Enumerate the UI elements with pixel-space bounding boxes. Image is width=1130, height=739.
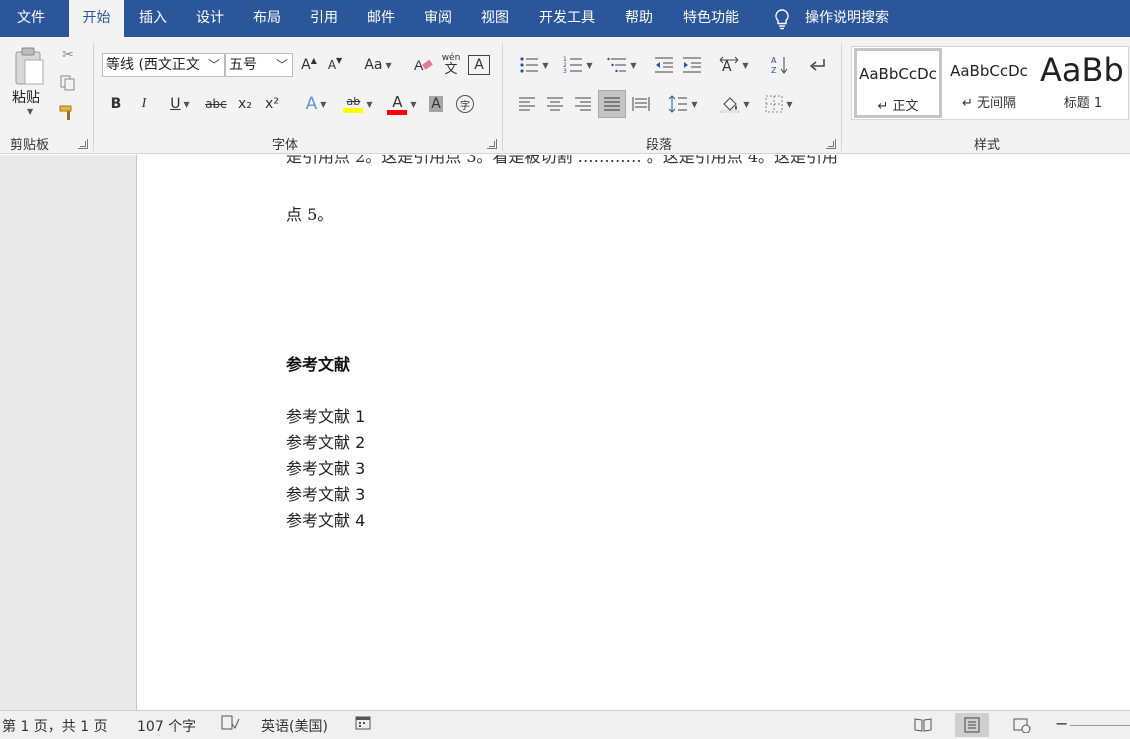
paste-label: 粘贴 [12, 90, 40, 106]
status-bar: 第 1 页，共 1 页 107 个字 英语(美国) − [0, 710, 1130, 739]
highlight-button[interactable]: ab ▼ [338, 90, 378, 118]
shading-button[interactable]: ▼ [716, 92, 754, 116]
font-name-select[interactable]: 等线 (西文正文 ﹀ [102, 53, 225, 77]
font-size-select[interactable]: 五号 ﹀ [225, 53, 293, 77]
styles-group-label: 样式 [974, 138, 1001, 153]
ribbon-home: 粘贴 ▼ ✂ 剪贴板 等线 (西文正文 ﹀ 五号 ﹀ A ▲ A ▼ Aa ▼ A wén… [0, 37, 1130, 154]
tab-developer[interactable]: 开发工具 [528, 0, 606, 37]
document-cut-line: 是引用点 2。这是引用点 3。看是被切割 ‥‥‥‥‥‥ 。这是引用点 4。这是引… [286, 155, 839, 166]
highlight-color-swatch [343, 108, 364, 113]
show-marks-icon[interactable] [806, 53, 828, 77]
distributed-icon[interactable] [630, 92, 652, 116]
underline-button[interactable]: U ▼ [162, 92, 198, 116]
style-heading-1[interactable]: AaBb 标题 1 [1038, 48, 1128, 118]
navigation-gutter [0, 155, 137, 710]
copy-icon[interactable] [58, 73, 78, 93]
tab-home[interactable]: 开始 [69, 0, 124, 37]
line-spacing-button[interactable]: ▼ [664, 92, 702, 116]
subscript-button[interactable]: x₂ [234, 92, 256, 116]
tab-view[interactable]: 视图 [470, 0, 520, 37]
tab-help[interactable]: 帮助 [614, 0, 664, 37]
font-launcher-icon[interactable] [487, 139, 497, 149]
ribbon-tab-bar: 文件 开始 插入 设计 布局 引用 邮件 审阅 视图 开发工具 帮助 特色功能 … [0, 0, 1130, 37]
font-color-glyph: A [392, 92, 403, 111]
zoom-slider[interactable] [1070, 725, 1130, 726]
paragraph-group-label: 段落 [646, 138, 673, 153]
svg-text:A: A [722, 59, 732, 74]
align-right-icon[interactable] [572, 92, 594, 116]
svg-text:A: A [771, 56, 777, 65]
character-border-button[interactable]: A [468, 55, 490, 75]
style-no-spacing[interactable]: AaBbCcDc ↵ 无间隔 [946, 48, 1032, 118]
tab-review[interactable]: 审阅 [413, 0, 463, 37]
numbering-button[interactable]: 1 2 3 ▼ [558, 53, 598, 77]
chinese-layout-button[interactable]: A ▼ [716, 53, 752, 77]
font-color-swatch [387, 109, 408, 115]
superscript-button[interactable]: x² [261, 92, 283, 116]
phonetic-guide-button[interactable]: wén 文 [440, 51, 462, 79]
reference-item: 参考文献 3 [286, 485, 366, 504]
clipboard-group-label: 剪贴板 [10, 138, 50, 153]
tell-me-search[interactable]: 操作说明搜索 [805, 0, 889, 37]
cut-icon[interactable]: ✂ [58, 45, 78, 65]
tab-references[interactable]: 引用 [299, 0, 349, 37]
svg-text:3: 3 [563, 68, 567, 74]
read-mode-icon[interactable] [906, 713, 940, 737]
format-painter-icon[interactable] [58, 103, 78, 123]
bold-button[interactable]: B [106, 92, 126, 116]
align-center-icon[interactable] [544, 92, 566, 116]
character-shading-button[interactable]: A [426, 92, 446, 116]
paste-dropdown-caret[interactable]: ▼ [27, 107, 33, 116]
enclose-characters-button[interactable]: 字 [454, 92, 476, 116]
reference-item: 参考文献 1 [286, 407, 366, 426]
font-group-label: 字体 [272, 138, 299, 153]
shrink-font-button[interactable]: A ▼ [324, 53, 346, 77]
document-page[interactable]: 是引用点 2。这是引用点 3。看是被切割 ‥‥‥‥‥‥ 。这是引用点 4。这是引… [138, 155, 1130, 710]
italic-button[interactable]: I [134, 92, 154, 116]
reference-item: 参考文献 4 [286, 511, 366, 530]
sort-icon[interactable]: AZ [768, 53, 792, 77]
bullets-button[interactable]: ▼ [514, 53, 554, 77]
tab-insert[interactable]: 插入 [128, 0, 178, 37]
font-color-button[interactable]: A ▼ [382, 90, 422, 118]
language-indicator[interactable]: 英语(美国) [261, 716, 328, 736]
reference-item: 参考文献 3 [286, 459, 366, 478]
change-case-button[interactable]: Aa ▼ [360, 53, 396, 77]
lightbulb-icon [775, 9, 789, 30]
web-layout-icon[interactable] [1005, 713, 1039, 737]
tab-special-features[interactable]: 特色功能 [672, 0, 750, 37]
align-left-icon[interactable] [516, 92, 538, 116]
tab-layout[interactable]: 布局 [242, 0, 292, 37]
macro-recording-icon[interactable] [354, 714, 372, 736]
grow-font-button[interactable]: A ▲ [298, 53, 320, 77]
borders-button[interactable]: ▼ [760, 92, 798, 116]
text-effects-button[interactable]: A ▼ [298, 92, 334, 116]
clipboard-icon [15, 47, 44, 85]
paste-button[interactable] [8, 43, 52, 91]
strikethrough-button[interactable]: abc [203, 92, 229, 116]
zoom-out-button[interactable]: − [1055, 714, 1068, 733]
multilevel-list-button[interactable]: ▼ [602, 53, 642, 77]
word-count[interactable]: 107 个字 [137, 716, 196, 736]
tab-mailings[interactable]: 邮件 [356, 0, 406, 37]
paragraph-launcher-icon[interactable] [826, 139, 836, 149]
tab-file[interactable]: 文件 [0, 0, 62, 37]
clipboard-launcher-icon[interactable] [78, 139, 88, 149]
style-normal[interactable]: AaBbCcDc ↵ 正文 [854, 48, 942, 118]
print-layout-icon[interactable] [955, 713, 989, 737]
reference-item: 参考文献 2 [286, 433, 366, 452]
increase-indent-icon[interactable] [680, 53, 704, 77]
tab-design[interactable]: 设计 [185, 0, 235, 37]
svg-text:Z: Z [771, 66, 777, 75]
page-count[interactable]: 第 1 页，共 1 页 [2, 716, 108, 736]
justify-icon[interactable] [598, 90, 626, 118]
document-paragraph-end: 点 5。 [286, 205, 334, 224]
references-heading: 参考文献 [286, 355, 351, 374]
decrease-indent-icon[interactable] [652, 53, 676, 77]
proofing-icon[interactable] [220, 714, 240, 736]
highlight-glyph: ab [346, 95, 361, 108]
clear-formatting-icon[interactable]: A [412, 53, 436, 77]
